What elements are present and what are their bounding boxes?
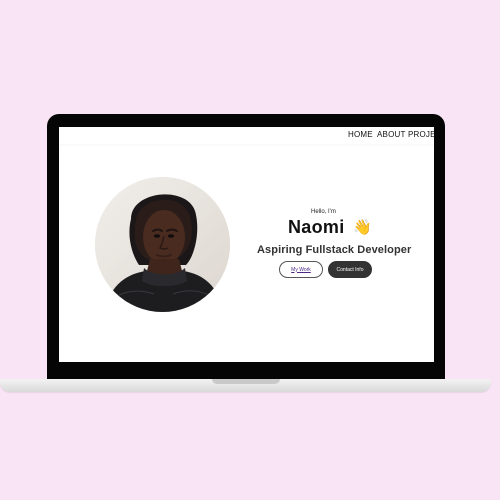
my-work-label: My Work <box>291 266 311 273</box>
greeting-text: Hello, I'm <box>311 209 336 215</box>
my-work-button[interactable]: My Work <box>279 261 323 278</box>
profile-photo <box>95 177 230 312</box>
top-navigation: HOME ABOUT PROJEC <box>59 127 434 144</box>
role-subtitle: Aspiring Fullstack Developer <box>257 244 412 256</box>
laptop-notch <box>212 379 280 384</box>
name-text: Naomi <box>288 217 345 237</box>
waving-hand-icon: 👋 <box>352 219 372 236</box>
nav-about-link[interactable]: ABOUT <box>377 130 406 139</box>
website-screen: HOME ABOUT PROJEC <box>59 127 434 362</box>
contact-info-label: Contact Info <box>336 266 364 273</box>
nav-projects-link[interactable]: PROJEC <box>408 130 434 139</box>
nav-home-link[interactable]: HOME <box>348 130 373 139</box>
contact-info-button[interactable]: Contact Info <box>328 261 372 278</box>
name-heading: Naomi 👋 <box>288 217 372 238</box>
